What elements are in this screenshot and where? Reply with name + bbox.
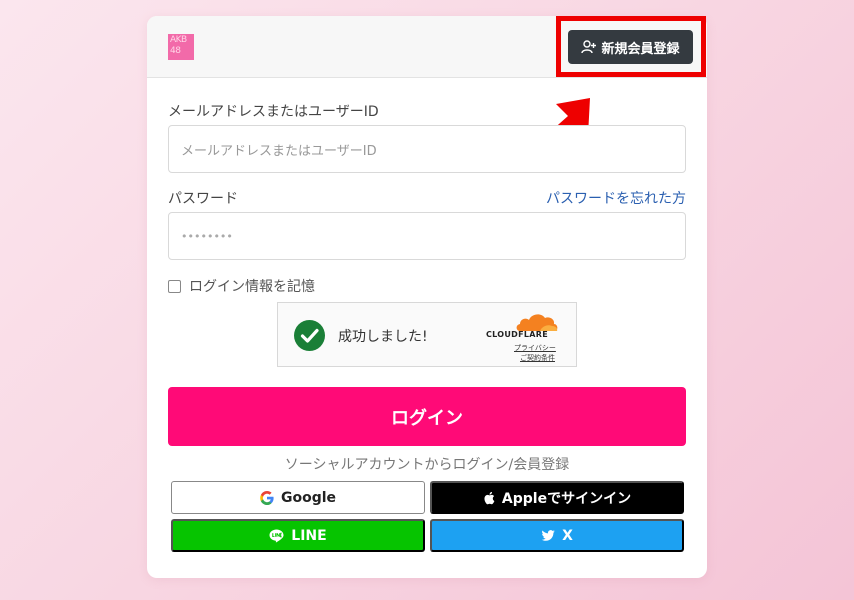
line-login-button[interactable]: LINE [171, 519, 425, 552]
forgot-password-link[interactable]: パスワードを忘れた方 [546, 188, 686, 208]
privacy-link[interactable]: プライバシー [514, 343, 556, 353]
twitter-icon [541, 529, 555, 541]
apple-label: Appleでサインイン [501, 490, 632, 507]
akb48-logo[interactable]: AKB 48 [168, 34, 194, 60]
google-login-button[interactable]: Google [171, 481, 425, 514]
google-icon [260, 490, 274, 505]
line-icon [269, 529, 284, 542]
remember-me[interactable]: ログイン情報を記憶 [168, 276, 315, 296]
social-login-heading: ソーシャルアカウントからログイン/会員登録 [284, 457, 570, 473]
line-label: LINE [291, 527, 327, 544]
apple-icon [484, 491, 495, 504]
user-plus-icon [581, 40, 597, 54]
remember-label: ログイン情報を記憶 [189, 279, 315, 295]
cloudflare-brand: CLOUDFLARE [486, 330, 548, 339]
x-label: X [562, 527, 573, 544]
apple-login-button[interactable]: Appleでサインイン [430, 481, 684, 514]
captcha-widget[interactable]: 成功しました! CLOUDFLARE プライバシー ご契約条件 [277, 302, 577, 367]
password-label: パスワード [168, 191, 238, 207]
google-label: Google [280, 489, 337, 506]
password-input[interactable]: •••••••• [168, 212, 686, 260]
card-header: AKB 48 新規会員登録 [147, 16, 707, 78]
signup-button[interactable]: 新規会員登録 [568, 30, 693, 64]
email-input[interactable]: メールアドレスまたはユーザーID [168, 125, 686, 173]
email-placeholder: メールアドレスまたはユーザーID [181, 143, 377, 159]
captcha-status: 成功しました! [338, 329, 428, 345]
signup-label: 新規会員登録 [601, 41, 680, 57]
login-button[interactable]: ログイン [168, 387, 686, 446]
check-circle-icon [294, 320, 325, 351]
password-value: •••••••• [181, 229, 233, 243]
x-login-button[interactable]: X [430, 519, 684, 552]
email-label: メールアドレスまたはユーザーID [168, 104, 379, 120]
remember-checkbox[interactable] [168, 279, 181, 293]
terms-link[interactable]: ご契約条件 [520, 353, 555, 363]
